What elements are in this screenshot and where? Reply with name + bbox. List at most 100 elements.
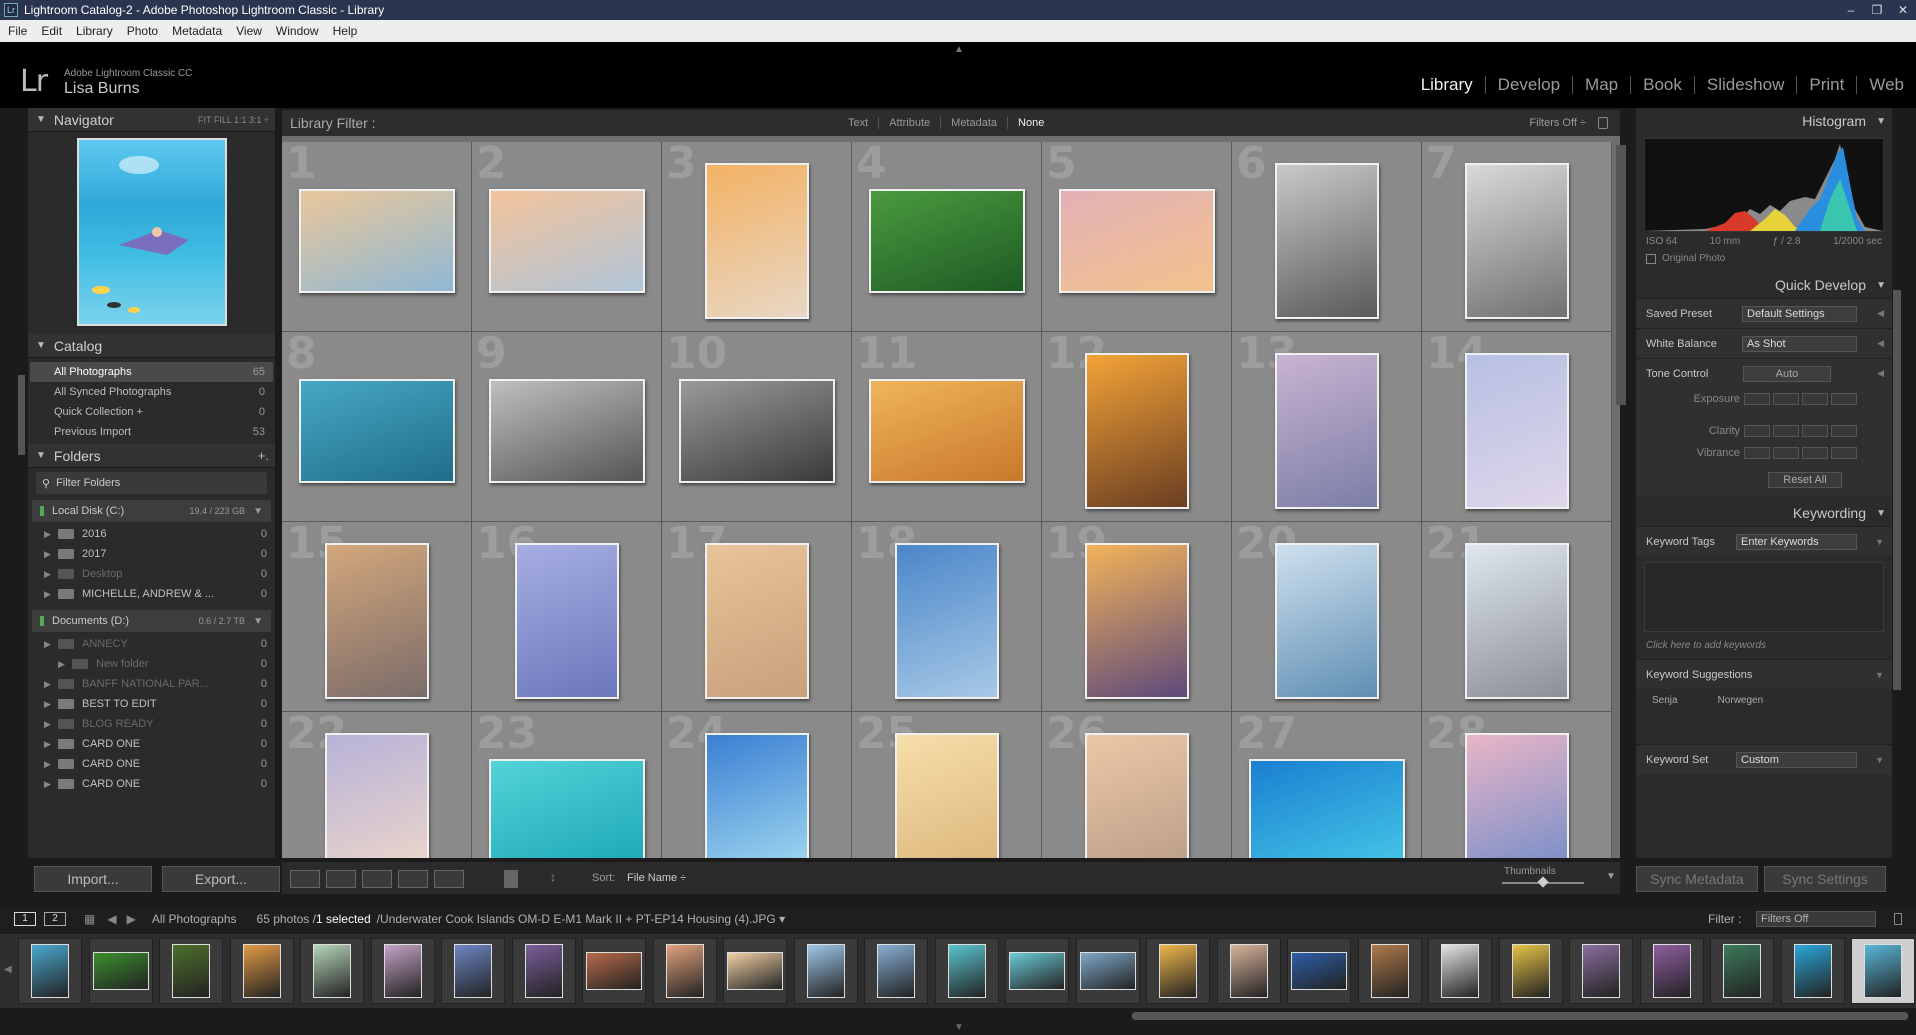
grid-cell[interactable]: 13 (1232, 332, 1422, 522)
photo-thumbnail[interactable] (299, 379, 455, 483)
volume-expand-icon[interactable]: ▼ (253, 616, 263, 627)
grid-cell[interactable]: 16 (472, 522, 662, 712)
filter-presets-dropdown[interactable]: Filters Off ÷ (1529, 117, 1586, 129)
grid-cell[interactable]: 6 (1232, 142, 1422, 332)
filmstrip-thumb[interactable] (159, 938, 223, 1004)
original-photo-toggle[interactable]: Original Photo (1636, 251, 1892, 266)
folder-item[interactable]: ▶ ANNECY 0 (28, 634, 275, 654)
photo-thumbnail[interactable] (1085, 353, 1189, 509)
grid-cell[interactable]: 28 (1422, 712, 1612, 858)
expand-arrow-icon[interactable]: ▼ (1875, 537, 1884, 547)
saved-preset-dropdown[interactable]: Default Settings (1742, 305, 1857, 322)
folder-item[interactable]: ▶ Desktop 0 (28, 564, 275, 584)
photo-thumbnail[interactable] (1085, 733, 1189, 858)
decrease-large-button[interactable] (1744, 447, 1770, 459)
grid-cell[interactable]: 14 (1422, 332, 1612, 522)
navigator-header[interactable]: ▼ Navigator FIT FILL 1:1 3:1 ÷ (28, 108, 275, 132)
toolbar-menu-icon[interactable]: ▼ (1606, 871, 1616, 882)
expand-arrow-icon[interactable]: ▼ (1875, 670, 1884, 680)
grid-cell[interactable]: 17 (662, 522, 852, 712)
reset-all-button[interactable]: Reset All (1768, 472, 1842, 488)
sort-direction-icon[interactable]: ↕ (550, 870, 576, 888)
photo-thumbnail[interactable] (705, 733, 809, 858)
forward-arrow-icon[interactable]: ▶ (127, 912, 136, 926)
filmstrip-thumb[interactable] (370, 938, 435, 1004)
filmstrip-thumb[interactable] (793, 938, 858, 1004)
filmstrip-thumb[interactable] (1710, 938, 1774, 1004)
photo-thumbnail[interactable] (515, 543, 619, 699)
lock-icon[interactable] (1894, 913, 1902, 925)
folder-item[interactable]: ▶ CARD ONE 0 (28, 734, 275, 754)
folder-expand-icon[interactable]: ▶ (44, 739, 58, 750)
grid-cell[interactable]: 8 (282, 332, 472, 522)
filmstrip-thumb[interactable] (1851, 938, 1915, 1004)
painter-icon[interactable] (504, 870, 518, 888)
filter-metadata-tab[interactable]: Metadata (941, 117, 1009, 129)
grid-cell[interactable]: 1 (282, 142, 472, 332)
catalog-item-all-photographs[interactable]: All Photographs 65 (30, 362, 273, 382)
filmstrip-thumb[interactable] (88, 938, 153, 1004)
disclosure-triangle-icon[interactable]: ▼ (1876, 280, 1886, 291)
people-view-icon[interactable] (434, 870, 464, 888)
expand-arrow-icon[interactable]: ◀ (1877, 368, 1884, 379)
photo-thumbnail[interactable] (1275, 353, 1379, 509)
thumbnail-size-knob[interactable] (1537, 876, 1549, 888)
filmstrip-thumb[interactable] (1569, 938, 1633, 1004)
folder-item[interactable]: ▶ BANFF NATIONAL PAR... 0 (28, 674, 275, 694)
filmstrip-thumb[interactable] (300, 938, 364, 1004)
disclosure-triangle-icon[interactable]: ▼ (36, 450, 46, 461)
folder-item[interactable]: ▶ CARD ONE 0 (28, 774, 275, 794)
expand-arrow-icon[interactable]: ◀ (1877, 338, 1884, 349)
disclosure-triangle-icon[interactable]: ▼ (1876, 116, 1886, 127)
increase-large-button[interactable] (1831, 393, 1857, 405)
photo-thumbnail[interactable] (1059, 189, 1215, 293)
filmstrip-thumb[interactable] (1005, 938, 1069, 1004)
loupe-view-icon[interactable] (326, 870, 356, 888)
filmstrip-thumb[interactable] (934, 938, 999, 1004)
histogram-header[interactable]: Histogram ▼ (1636, 108, 1892, 134)
photo-thumbnail[interactable] (1275, 163, 1379, 319)
volume-expand-icon[interactable]: ▼ (253, 506, 263, 517)
filmstrip-thumb[interactable] (511, 938, 576, 1004)
filmstrip-thumb[interactable] (582, 938, 646, 1004)
module-print[interactable]: Print (1797, 76, 1858, 94)
filmstrip-thumb[interactable] (1639, 938, 1704, 1004)
photo-thumbnail[interactable] (325, 733, 429, 858)
folder-expand-icon[interactable]: ▶ (44, 639, 58, 650)
module-web[interactable]: Web (1857, 76, 1916, 94)
filmstrip-thumb[interactable] (1287, 938, 1351, 1004)
filmstrip-thumb[interactable] (1146, 938, 1210, 1004)
disclosure-triangle-icon[interactable]: ▼ (36, 114, 46, 125)
filmstrip-thumb[interactable] (652, 938, 717, 1004)
white-balance-dropdown[interactable]: As Shot (1742, 335, 1857, 352)
grid-cell[interactable]: 11 (852, 332, 1042, 522)
filmstrip-thumb[interactable] (864, 938, 928, 1004)
menu-photo[interactable]: Photo (127, 24, 158, 38)
folder-expand-icon[interactable]: ▶ (44, 719, 58, 730)
auto-tone-button[interactable]: Auto (1743, 365, 1831, 382)
grid-scrollbar[interactable] (1616, 145, 1626, 405)
grid-cell[interactable]: 4 (852, 142, 1042, 332)
folder-expand-icon[interactable]: ▶ (44, 779, 58, 790)
volume-header[interactable]: Documents (D:) 0.6 / 2.7 TB ▼ (32, 610, 271, 632)
catalog-item-previous-import[interactable]: Previous Import 53 (30, 422, 273, 442)
module-library[interactable]: Library (1409, 76, 1486, 94)
folder-expand-icon[interactable]: ▶ (44, 759, 58, 770)
filmstrip-thumb[interactable] (1216, 938, 1281, 1004)
filmstrip-thumb[interactable] (1780, 938, 1845, 1004)
grid-cell[interactable]: 15 (282, 522, 472, 712)
photo-thumbnail[interactable] (1275, 543, 1379, 699)
folder-item[interactable]: ▶ BLOG READY 0 (28, 714, 275, 734)
module-slideshow[interactable]: Slideshow (1695, 76, 1798, 94)
add-keywords-hint[interactable]: Click here to add keywords (1636, 638, 1892, 653)
grid-cell[interactable]: 10 (662, 332, 852, 522)
close-button[interactable]: ✕ (1890, 0, 1916, 20)
add-folder-button[interactable]: +. (258, 448, 269, 463)
photo-thumbnail[interactable] (869, 189, 1025, 293)
grid-icon[interactable]: ▦ (84, 912, 95, 926)
sync-settings-button[interactable]: Sync Settings (1764, 866, 1886, 892)
catalog-header[interactable]: ▼ Catalog (28, 334, 275, 358)
export-button[interactable]: Export... (162, 866, 280, 892)
filmstrip-thumb[interactable] (1357, 938, 1422, 1004)
filmstrip-thumb[interactable] (441, 938, 505, 1004)
